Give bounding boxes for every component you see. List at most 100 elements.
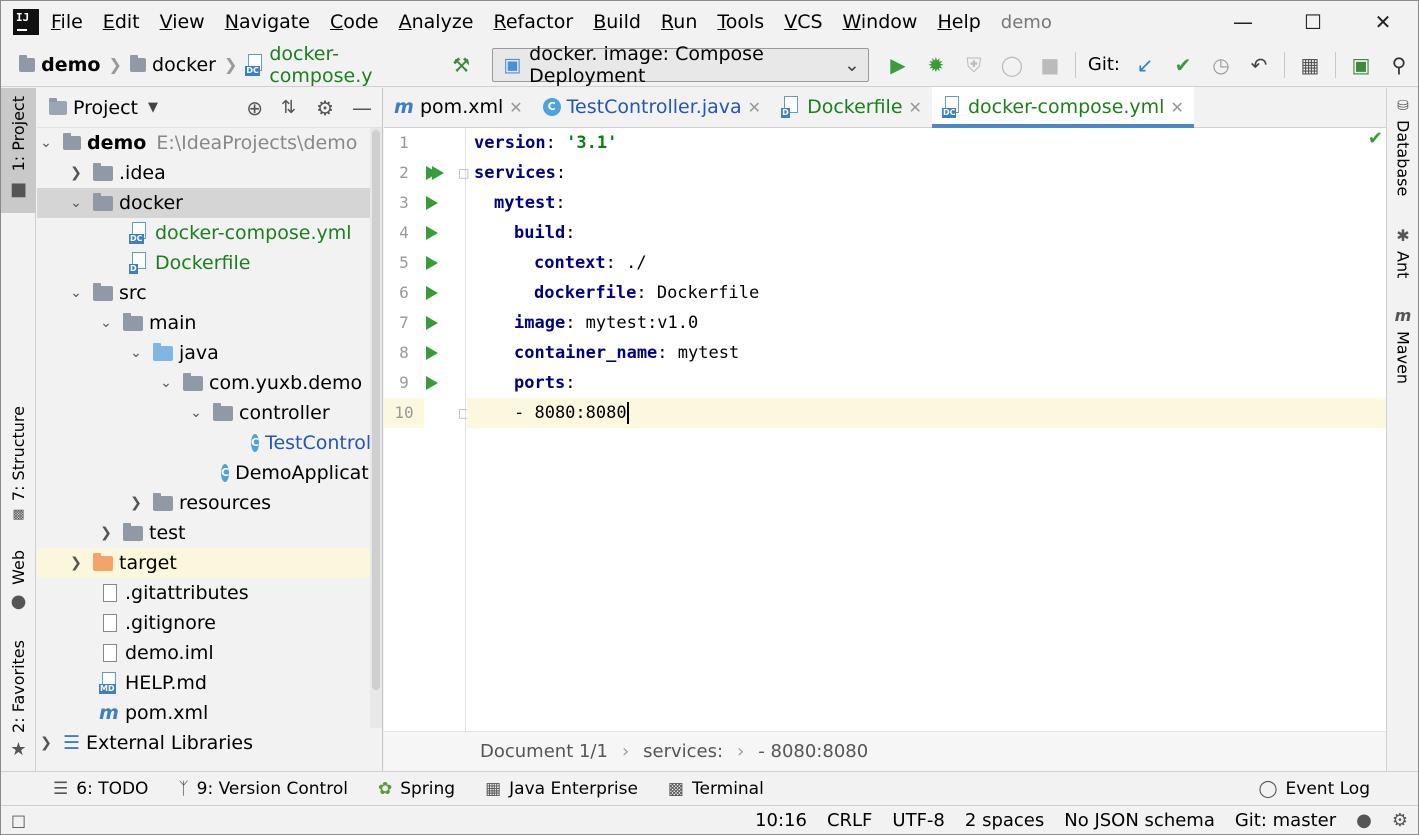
tab-favorites-tool[interactable]: 2: Favorites ★ [1,640,36,760]
tree-item[interactable]: ⌄ controller [37,398,382,428]
close-tab-icon[interactable]: ✕ [509,98,522,117]
no-problems-check-icon[interactable]: ✔ [1368,128,1383,149]
presentation-mode-icon[interactable]: ▣ [1342,48,1380,82]
caret-position[interactable]: 10:16 [755,810,807,831]
menu-analyze[interactable]: Analyze [399,11,474,33]
tab-testcontroller[interactable]: C TestController.java ✕ [533,87,771,127]
chevron-down-icon[interactable]: ⌄ [127,345,145,361]
chevron-down-icon[interactable]: ⌄ [157,375,175,391]
menu-vcs[interactable]: VCS [784,11,822,33]
tree-item[interactable]: .gitignore [37,608,382,638]
tree-item[interactable]: ❯ target [37,548,382,578]
tree-item[interactable]: MD HELP.md [37,668,382,698]
run-configuration-select[interactable]: ▣ docker. image: Compose Deployment ⌄ [492,43,869,87]
tab-docker-compose-active[interactable]: DC docker-compose.yml ✕ [931,87,1194,128]
run-gutter-icon[interactable] [426,346,438,360]
chevron-right-icon[interactable]: ❯ [97,525,115,541]
run-gutter-icon[interactable] [426,226,438,240]
project-scrollbar[interactable] [370,128,382,728]
tree-item-root[interactable]: ⌄ demo E:\IdeaProjects\demo [37,128,382,158]
tree-item[interactable]: ❯ ☰ External Libraries [37,728,382,758]
breadcrumb-port[interactable]: - 8080:8080 [758,741,868,762]
run-gutter-icon[interactable] [426,286,438,300]
tree-item[interactable]: ⌄ java [37,338,382,368]
debug-bug-icon[interactable]: ✹ [917,48,955,82]
tab-dockerfile[interactable]: D Dockerfile ✕ [771,87,932,127]
json-schema[interactable]: No JSON schema [1064,810,1215,831]
crumb-file[interactable]: docker-compose.y [269,43,424,87]
indent-setting[interactable]: 2 spaces [965,810,1044,831]
tree-item[interactable]: C DemoApplication [37,458,382,488]
hammer-build-icon[interactable]: ⚒ [442,48,480,82]
chevron-down-icon[interactable]: ⌄ [37,135,55,151]
chevron-right-icon[interactable]: ❯ [127,495,145,511]
close-tab-icon[interactable]: ✕ [748,98,761,117]
menu-build[interactable]: Build [593,11,641,33]
crumb-folder[interactable]: docker [152,54,216,76]
locate-target-icon[interactable]: ⊕ [246,96,263,120]
code-area[interactable]: version: '3.1' services: mytest: build: … [467,128,1387,731]
menu-tools[interactable]: Tools [717,11,764,33]
project-structure-icon[interactable]: ▦ [1291,48,1329,82]
tree-item-selected[interactable]: ⌄ docker [37,188,382,218]
menu-navigate[interactable]: Navigate [225,11,310,33]
tree-item[interactable]: demo.iml [37,638,382,668]
toggle-tool-windows-icon[interactable]: □ [11,811,26,830]
close-icon[interactable]: ✕ [1348,1,1418,43]
chevron-down-icon[interactable]: ⌄ [67,285,85,301]
project-view-label[interactable]: Project [73,97,138,119]
profile-icon[interactable]: ◯ [993,48,1031,82]
maximize-icon[interactable]: ☐ [1278,1,1348,43]
git-rollback-icon[interactable]: ↶ [1240,48,1278,82]
tree-item[interactable]: ⌄ com.yuxb.demo [37,368,382,398]
chevron-down-icon[interactable]: ⌄ [67,195,85,211]
line-separator[interactable]: CRLF [827,810,872,831]
run-gutter-icon[interactable] [426,196,438,210]
search-icon[interactable]: ⚲ [1380,48,1418,82]
gear-icon[interactable]: ⚙ [316,96,334,120]
chevron-down-icon[interactable]: ▼ [148,100,158,115]
close-tab-icon[interactable]: ✕ [909,98,922,117]
menu-view[interactable]: View [160,11,205,33]
tool-java-enterprise[interactable]: ▦ Java Enterprise [485,779,638,799]
chevron-right-icon[interactable]: ❯ [67,165,85,181]
coverage-icon[interactable]: ⛨ [955,48,993,82]
tree-item[interactable]: ⌄ main [37,308,382,338]
menu-edit[interactable]: Edit [103,11,140,33]
menu-window[interactable]: Window [843,11,918,33]
chevron-down-icon[interactable]: ⌄ [187,405,205,421]
tree-item[interactable]: DC docker-compose.yml [37,218,382,248]
tool-event-log[interactable]: ◯ Event Log [1259,779,1371,799]
tree-item[interactable]: ⌄ src [37,278,382,308]
menu-refactor[interactable]: Refactor [493,11,573,33]
tool-version-control[interactable]: ᛉ 9: Version Control [178,779,348,799]
stop-icon[interactable]: ■ [1031,48,1069,82]
git-commit-check-icon[interactable]: ✔ [1164,48,1202,82]
chevron-right-icon[interactable]: ❯ [67,555,85,571]
tree-item[interactable]: m pom.xml [37,698,382,728]
git-update-icon[interactable]: ↙ [1126,48,1164,82]
menu-code[interactable]: Code [330,11,379,33]
tab-project-tool[interactable]: 1: Project ■ [1,88,36,213]
collapse-all-icon[interactable]: ⇅ [281,97,296,118]
tree-item[interactable]: D Dockerfile [37,248,382,278]
chevron-down-icon[interactable]: ⌄ [97,315,115,331]
tool-spring[interactable]: ✿ Spring [378,779,455,799]
tab-ant-tool[interactable]: ✱ Ant [1387,226,1418,278]
tree-item[interactable]: ❯ .idea [37,158,382,188]
tool-terminal[interactable]: ▩ Terminal [668,779,764,799]
tab-maven-tool[interactable]: m Maven [1387,306,1418,384]
tab-web-tool[interactable]: Web ● [1,550,36,612]
run-services-icon[interactable] [432,166,444,180]
menu-help[interactable]: Help [937,11,980,33]
run-gutter-icon[interactable] [426,316,438,330]
run-icon[interactable]: ▶ [879,48,917,82]
file-encoding[interactable]: UTF-8 [892,810,944,831]
chevron-right-icon[interactable]: ❯ [37,735,55,751]
tab-database-tool[interactable]: ⛁ Database [1387,98,1418,196]
tree-item[interactable]: C TestController [37,428,382,458]
breadcrumb-document[interactable]: Document 1/1 [480,741,608,762]
close-tab-icon[interactable]: ✕ [1170,98,1183,117]
git-history-clock-icon[interactable]: ◷ [1202,48,1240,82]
tool-todo[interactable]: ☰ 6: TODO [53,779,148,799]
